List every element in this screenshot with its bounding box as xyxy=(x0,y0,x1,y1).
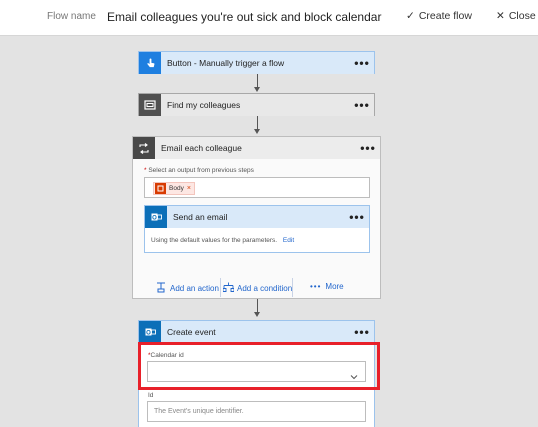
default-values-text: Using the default values for the paramet… xyxy=(151,237,278,244)
send-email-card[interactable]: O Send an email ••• Using the default va… xyxy=(144,205,370,253)
office-icon xyxy=(155,183,166,194)
close-button[interactable]: ✕ Close xyxy=(496,10,536,22)
create-flow-label: Create flow xyxy=(418,10,472,22)
hand-pointer-icon xyxy=(139,52,161,74)
create-flow-button[interactable]: ✓ Create flow xyxy=(406,10,472,22)
trigger-card[interactable]: Button - Manually trigger a flow ••• xyxy=(138,51,375,74)
connector-line xyxy=(257,74,258,87)
id-field[interactable]: The Event's unique identifier. xyxy=(147,401,366,422)
action-separator xyxy=(220,278,221,297)
close-icon: ✕ xyxy=(496,10,505,22)
send-email-more-menu[interactable]: ••• xyxy=(345,206,369,228)
find-more-menu[interactable]: ••• xyxy=(350,94,374,116)
loop-title: Email each colleague xyxy=(161,143,242,153)
id-label: Id xyxy=(148,392,154,399)
svg-text:O: O xyxy=(146,331,151,337)
select-output-field[interactable]: Body × xyxy=(144,177,370,198)
connector-arrow xyxy=(254,129,260,134)
add-action-button[interactable]: Add an action xyxy=(156,282,219,295)
remove-token-icon[interactable]: × xyxy=(187,185,191,192)
outlook-icon: O xyxy=(145,206,167,228)
more-dots-icon: ••• xyxy=(310,282,322,291)
loop-more-menu[interactable]: ••• xyxy=(356,137,380,159)
edit-link[interactable]: Edit xyxy=(283,237,294,244)
connector-line xyxy=(257,299,258,312)
connector-line xyxy=(257,116,258,129)
add-condition-label: Add a condition xyxy=(237,284,293,293)
add-condition-icon xyxy=(222,282,235,295)
select-output-label-text: Select an output from previous steps xyxy=(148,167,254,174)
highlight-box xyxy=(138,342,380,390)
select-output-label: * Select an output from previous steps xyxy=(144,167,254,174)
outlook-icon: O xyxy=(139,321,161,343)
email-each-colleague-card: Email each colleague ••• * Select an out… xyxy=(132,136,381,299)
add-action-icon xyxy=(156,282,166,295)
connector-arrow xyxy=(254,312,260,317)
create-event-title: Create event xyxy=(167,327,216,337)
find-colleagues-title: Find my colleagues xyxy=(167,100,241,110)
top-bar: Flow name Email colleagues you're out si… xyxy=(0,0,538,36)
more-label: More xyxy=(325,282,344,291)
flow-name-label: Flow name xyxy=(47,11,96,22)
svg-text:O: O xyxy=(152,216,157,222)
body-token[interactable]: Body × xyxy=(153,182,195,195)
add-condition-button[interactable]: Add a condition xyxy=(222,282,293,295)
send-email-title: Send an email xyxy=(173,212,228,222)
checkmark-icon: ✓ xyxy=(406,10,415,22)
body-token-label: Body xyxy=(169,185,184,192)
trigger-title: Button - Manually trigger a flow xyxy=(167,58,285,68)
scope-icon xyxy=(139,94,161,116)
flow-title[interactable]: Email colleagues you're out sick and blo… xyxy=(107,10,381,24)
create-event-more-menu[interactable]: ••• xyxy=(350,321,374,343)
add-action-label: Add an action xyxy=(170,284,219,293)
more-button[interactable]: ••• More xyxy=(310,282,344,291)
id-placeholder: The Event's unique identifier. xyxy=(154,408,244,415)
trigger-more-menu[interactable]: ••• xyxy=(350,52,374,74)
connector-arrow xyxy=(254,87,260,92)
close-label: Close xyxy=(508,10,536,22)
send-email-defaults: Using the default values for the paramet… xyxy=(151,237,294,244)
find-colleagues-card[interactable]: Find my colleagues ••• xyxy=(138,93,375,116)
loop-icon xyxy=(133,137,155,159)
